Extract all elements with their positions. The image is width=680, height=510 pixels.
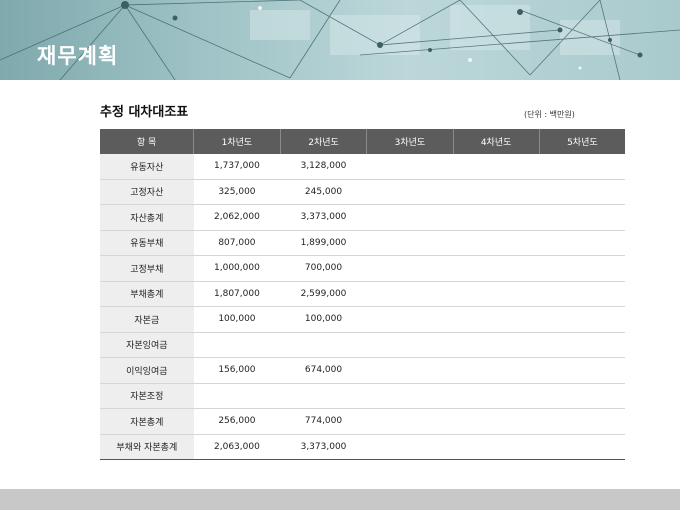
table-cell bbox=[366, 408, 454, 435]
table-cell bbox=[366, 383, 454, 409]
table-cell: 2,062,000 bbox=[193, 204, 281, 231]
table-header-row: 항 목 1차년도 2차년도 3차년도 4차년도 5차년도 bbox=[100, 129, 625, 154]
unit-label: (단위 : 백만원) bbox=[524, 110, 575, 119]
table-cell bbox=[280, 383, 367, 409]
table-cell bbox=[193, 383, 281, 409]
table-cell bbox=[539, 408, 625, 435]
footer-bar bbox=[0, 489, 680, 510]
table-cell bbox=[366, 281, 454, 307]
table-cell bbox=[539, 357, 625, 384]
row-label: 자본총계 bbox=[100, 408, 194, 435]
table-cell bbox=[453, 357, 540, 384]
row-label: 자본잉여금 bbox=[100, 332, 194, 358]
table-cell bbox=[539, 154, 625, 180]
table-cell bbox=[280, 332, 367, 358]
table-cell bbox=[539, 179, 625, 205]
column-header: 1차년도 bbox=[193, 129, 281, 154]
table-row: 자본총계 256,000 774,000 bbox=[100, 408, 625, 435]
table-cell: 2,599,000 bbox=[280, 281, 367, 307]
table-cell bbox=[453, 383, 540, 409]
table-cell: 3,373,000 bbox=[280, 204, 367, 231]
table-row: 고정부채 1,000,000 700,000 bbox=[100, 255, 625, 282]
table-row: 자본잉여금 bbox=[100, 332, 625, 358]
table-cell bbox=[453, 204, 540, 231]
table-cell bbox=[366, 306, 454, 333]
table-cell bbox=[539, 332, 625, 358]
row-label: 자산총계 bbox=[100, 204, 194, 231]
table-row: 자산총계 2,062,000 3,373,000 bbox=[100, 204, 625, 231]
table-cell bbox=[366, 332, 454, 358]
balance-sheet-table: 항 목 1차년도 2차년도 3차년도 4차년도 5차년도 유동자산 1,737,0… bbox=[100, 129, 625, 460]
table-row: 유동자산 1,737,000 3,128,000 bbox=[100, 154, 625, 180]
table-cell bbox=[453, 281, 540, 307]
table-cell: 700,000 bbox=[280, 255, 367, 282]
table-row: 이익잉여금 156,000 674,000 bbox=[100, 357, 625, 384]
table-cell: 3,128,000 bbox=[280, 154, 367, 180]
table-cell: 774,000 bbox=[280, 408, 367, 435]
table-cell: 325,000 bbox=[193, 179, 281, 205]
table-cell bbox=[366, 230, 454, 256]
table-cell bbox=[453, 332, 540, 358]
table-cell bbox=[193, 332, 281, 358]
row-label: 고정자산 bbox=[100, 179, 194, 205]
table-cell: 2,063,000 bbox=[193, 434, 281, 460]
table-row: 부채총계 1,807,000 2,599,000 bbox=[100, 281, 625, 307]
table-body: 유동자산 1,737,000 3,128,000 고정자산 325,000 245,000… bbox=[100, 154, 625, 460]
table-cell: 100,000 bbox=[280, 306, 367, 333]
row-label: 유동부채 bbox=[100, 230, 194, 256]
row-label: 자본금 bbox=[100, 306, 194, 333]
table-cell: 156,000 bbox=[193, 357, 281, 384]
table-cell bbox=[539, 281, 625, 307]
table-cell bbox=[366, 179, 454, 205]
table-cell: 100,000 bbox=[193, 306, 281, 333]
table-cell bbox=[453, 306, 540, 333]
table-row: 자본금 100,000 100,000 bbox=[100, 306, 625, 333]
table-cell bbox=[539, 383, 625, 409]
table-row: 유동부채 807,000 1,899,000 bbox=[100, 230, 625, 256]
table-cell bbox=[453, 154, 540, 180]
row-label: 부채총계 bbox=[100, 281, 194, 307]
table-cell bbox=[366, 255, 454, 282]
table-cell bbox=[453, 434, 540, 460]
table-cell bbox=[539, 204, 625, 231]
table-cell: 1,737,000 bbox=[193, 154, 281, 180]
column-header: 항 목 bbox=[100, 129, 194, 154]
row-label: 고정부채 bbox=[100, 255, 194, 282]
table-cell bbox=[539, 255, 625, 282]
header-banner: 재무계획 bbox=[0, 0, 680, 80]
table-cell bbox=[539, 306, 625, 333]
row-label: 이익잉여금 bbox=[100, 357, 194, 384]
column-header: 2차년도 bbox=[279, 129, 367, 154]
table-cell: 1,000,000 bbox=[193, 255, 281, 282]
table-cell: 807,000 bbox=[193, 230, 281, 256]
table-cell: 1,807,000 bbox=[193, 281, 281, 307]
row-label: 부채와 자본총계 bbox=[100, 434, 194, 460]
table-row: 자본조정 bbox=[100, 383, 625, 409]
table-cell bbox=[453, 408, 540, 435]
page-title: 재무계획 bbox=[37, 44, 119, 68]
table-cell: 674,000 bbox=[280, 357, 367, 384]
table-cell: 3,373,000 bbox=[280, 434, 367, 460]
table-row: 고정자산 325,000 245,000 bbox=[100, 179, 625, 205]
table-cell bbox=[539, 230, 625, 256]
table-cell bbox=[453, 230, 540, 256]
column-header: 5차년도 bbox=[538, 129, 625, 154]
table-cell bbox=[366, 204, 454, 231]
table-cell bbox=[539, 434, 625, 460]
table-cell bbox=[453, 179, 540, 205]
table-cell bbox=[453, 255, 540, 282]
table-cell bbox=[366, 434, 454, 460]
row-label: 자본조정 bbox=[100, 383, 194, 409]
table-cell: 256,000 bbox=[193, 408, 281, 435]
table-title: 추정 대차대조표 bbox=[100, 105, 189, 120]
table-cell bbox=[366, 154, 454, 180]
column-header: 3차년도 bbox=[366, 129, 454, 154]
table-cell: 245,000 bbox=[280, 179, 367, 205]
column-header: 4차년도 bbox=[452, 129, 540, 154]
table-cell: 1,899,000 bbox=[280, 230, 367, 256]
table-cell bbox=[366, 357, 454, 384]
row-label: 유동자산 bbox=[100, 154, 194, 180]
table-row: 부채와 자본총계 2,063,000 3,373,000 bbox=[100, 434, 625, 460]
